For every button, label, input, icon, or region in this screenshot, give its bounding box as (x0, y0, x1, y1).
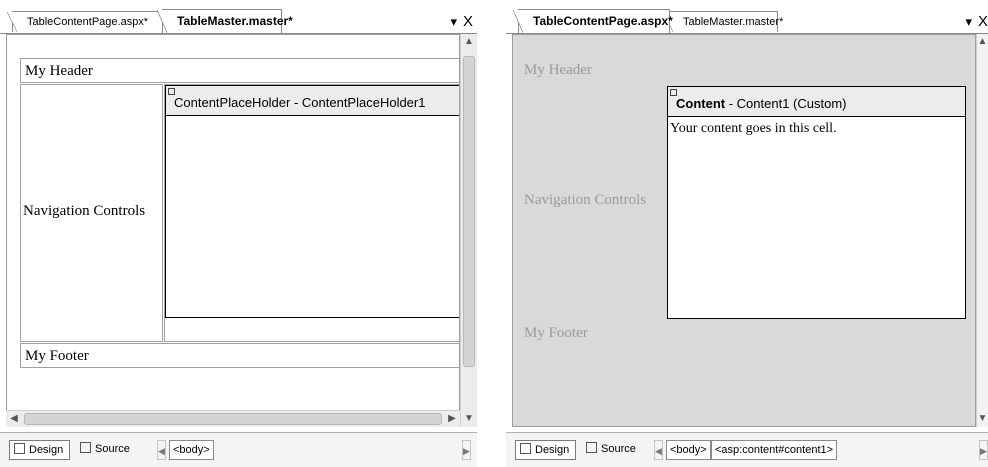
scroll-up-icon[interactable]: ▲ (461, 34, 477, 50)
nav-text: Navigation Controls (524, 192, 647, 208)
content-page-editor-pane: TableContentPage.aspx* TableMaster.maste… (506, 0, 988, 467)
tab-tablecontentpage[interactable]: TableContentPage.aspx* (513, 9, 673, 33)
crumb-forward-icon[interactable]: ▶ (462, 440, 471, 460)
tag-navigator-content[interactable]: <asp:content#content1> (711, 440, 838, 460)
tag-navigator-body[interactable]: <body> (666, 440, 711, 460)
content-subtitle: - Content1 (Custom) (725, 96, 847, 111)
header-text: My Header (524, 62, 592, 78)
pin-icon[interactable]: ▾ (965, 14, 972, 29)
tab-tablemaster[interactable]: TableMaster.master* (157, 9, 293, 33)
source-label: Source (601, 443, 636, 455)
scroll-up-icon[interactable]: ▲ (977, 34, 988, 50)
content-title: Content (676, 96, 726, 111)
scroll-down-icon[interactable]: ▼ (461, 411, 477, 427)
design-view-icon (14, 443, 25, 454)
window-controls: ▾ X (965, 13, 988, 30)
tab-label: TableMaster.master* (683, 16, 784, 28)
design-surface[interactable]: My Header Navigation Controls ContentPla… (6, 34, 460, 427)
horizontal-scrollbar[interactable]: ◀ ▶ (6, 410, 460, 427)
crumb-forward-icon[interactable]: ▶ (979, 440, 988, 460)
navigation-cell[interactable]: Navigation Controls (20, 84, 163, 342)
design-surface[interactable]: My Header Navigation Controls My Footer … (512, 34, 976, 427)
crumb-back-icon[interactable]: ◀ (654, 440, 663, 460)
content-placeholder-header: ContentPlaceHolder - ContentPlaceHolder1 (166, 86, 459, 116)
content-region[interactable]: Content - Content1 (Custom) Your content… (667, 86, 966, 319)
pin-icon[interactable]: ▾ (450, 14, 457, 29)
tab-tablemaster[interactable]: TableMaster.master* (663, 11, 783, 32)
footer-text: My Footer (524, 325, 588, 341)
scroll-left-icon[interactable]: ◀ (6, 411, 22, 427)
close-icon[interactable]: X (463, 13, 473, 30)
view-switch-bar: Design Source ◀ <body> <asp:content#cont… (506, 432, 988, 467)
document-tab-strip: TableContentPage.aspx* TableMaster.maste… (0, 7, 477, 34)
tab-label: TableContentPage.aspx* (533, 14, 673, 28)
footer-cell[interactable]: My Footer (20, 343, 459, 368)
smart-tag-icon[interactable] (670, 89, 677, 96)
scrollbar-thumb[interactable] (463, 56, 475, 367)
tab-label: TableMaster.master* (177, 14, 293, 28)
source-view-icon (80, 442, 91, 453)
scroll-down-icon[interactable]: ▼ (977, 411, 988, 427)
header-cell[interactable]: My Header (20, 58, 459, 83)
tag-navigator-body[interactable]: <body> (169, 440, 214, 460)
design-label: Design (535, 444, 570, 456)
content-placeholder[interactable]: ContentPlaceHolder - ContentPlaceHolder1 (165, 85, 459, 318)
source-view-icon (586, 442, 597, 453)
document-tab-strip: TableContentPage.aspx* TableMaster.maste… (506, 7, 988, 34)
design-view-icon (520, 443, 531, 454)
tab-label: TableContentPage.aspx* (27, 16, 149, 28)
scroll-right-icon[interactable]: ▶ (444, 411, 460, 427)
footer-text: My Footer (25, 348, 89, 364)
source-view-button[interactable]: Source (76, 440, 136, 460)
source-view-button[interactable]: Source (582, 440, 642, 460)
design-label: Design (29, 444, 64, 456)
smart-tag-icon[interactable] (168, 88, 175, 95)
design-view-button[interactable]: Design (9, 440, 71, 460)
vertical-scrollbar[interactable]: ▲ ▼ (460, 34, 477, 427)
close-icon[interactable]: X (978, 13, 988, 30)
header-text: My Header (25, 63, 93, 79)
view-switch-bar: Design Source ◀ <body> ▶ (0, 432, 477, 467)
vertical-scrollbar[interactable]: ▲ ▼ (976, 34, 988, 427)
content-body-text[interactable]: Your content goes in this cell. (670, 121, 837, 137)
scrollbar-thumb[interactable] (24, 413, 442, 425)
nav-text: Navigation Controls (23, 203, 146, 219)
design-view-button[interactable]: Design (515, 440, 577, 460)
source-label: Source (95, 443, 130, 455)
content-region-header: Content - Content1 (Custom) (668, 87, 965, 117)
content-placeholder-label: ContentPlaceHolder - ContentPlaceHolder1 (174, 95, 426, 110)
window-controls: ▾ X (450, 13, 473, 30)
tab-tablecontentpage[interactable]: TableContentPage.aspx* (7, 11, 164, 32)
crumb-back-icon[interactable]: ◀ (157, 440, 166, 460)
master-editor-pane: TableContentPage.aspx* TableMaster.maste… (0, 0, 477, 467)
